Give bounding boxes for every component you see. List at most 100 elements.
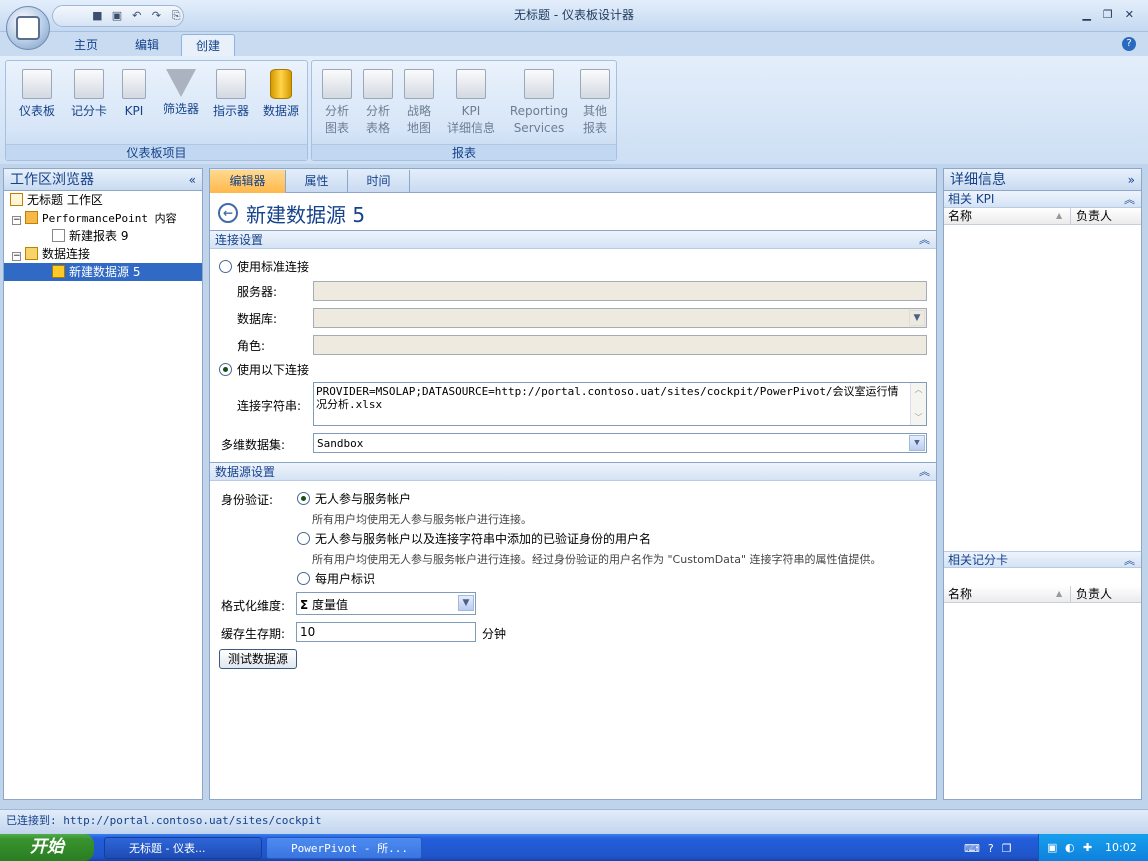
radio-icon — [297, 572, 310, 585]
speaker-icon[interactable]: ◐ — [1065, 834, 1075, 861]
radio-icon — [297, 532, 310, 545]
close-icon[interactable]: ✕ — [1125, 8, 1134, 21]
dashboard-button[interactable]: 仪表板 — [14, 69, 60, 120]
radio-auth-customdata[interactable]: 无人参与服务帐户以及连接字符串中添加的已验证身份的用户名 — [297, 530, 651, 547]
tree-pp-content[interactable]: − PerformancePoint 内容 — [4, 209, 202, 227]
collapse-toggle-icon[interactable]: − — [12, 252, 21, 261]
tree-data-connections[interactable]: − 数据连接 — [4, 245, 202, 263]
window-controls: ▁ ❐ ✕ — [1082, 8, 1134, 21]
database-icon — [270, 69, 292, 99]
column-name[interactable]: 名称 — [948, 586, 972, 602]
format-dimension-dropdown[interactable]: Σ 度量值 ▼ — [296, 592, 476, 615]
database-label: 数据库: — [237, 312, 278, 326]
tab-home[interactable]: 主页 — [60, 34, 112, 56]
collapse-up-icon[interactable]: ︽ — [919, 463, 930, 481]
section-connection[interactable]: 连接设置 ︽ — [210, 230, 936, 249]
tree-workspace[interactable]: 无标题 工作区 — [4, 191, 202, 209]
radio-standard-connection[interactable]: 使用标准连接 — [219, 258, 309, 275]
radio-following-connection[interactable]: 使用以下连接 — [219, 361, 309, 378]
other-reports-button[interactable]: 其他 报表 — [576, 69, 614, 137]
editor-tabs: 编辑器 属性 时间 — [210, 169, 936, 193]
cube-label: 多维数据集: — [221, 438, 286, 452]
collapse-up-icon[interactable]: ︽ — [1124, 552, 1135, 569]
role-field — [313, 335, 927, 355]
radio-selected-icon — [297, 492, 310, 505]
minimize-icon[interactable]: ▁ — [1082, 8, 1090, 21]
indicator-button[interactable]: 指示器 — [208, 69, 254, 120]
chevron-down-icon[interactable]: ▼ — [909, 435, 925, 451]
related-kpi-header[interactable]: 相关 KPI ︽ — [944, 191, 1141, 208]
expand-icon[interactable]: » — [1128, 169, 1135, 191]
collapse-up-icon[interactable]: ︽ — [919, 231, 930, 249]
folder-icon — [25, 247, 38, 260]
analytic-chart-button[interactable]: 分析 图表 — [318, 69, 356, 137]
system-tray: ▣ ◐ ✚ 10:02 — [1038, 834, 1148, 861]
office-button[interactable] — [6, 6, 50, 50]
filter-button[interactable]: 筛选器 — [158, 69, 204, 118]
sort-icon: ▲ — [1056, 589, 1063, 598]
connection-string-input[interactable]: PROVIDER=MSOLAP;DATASOURCE=http://portal… — [313, 382, 927, 426]
sql-report-icon — [524, 69, 554, 99]
cache-input[interactable]: 10 — [296, 622, 476, 642]
help-icon[interactable]: ? — [1122, 37, 1136, 51]
security-icon[interactable]: ✚ — [1083, 834, 1092, 861]
server-label: 服务器: — [237, 285, 278, 299]
radio-icon — [219, 260, 232, 273]
scorecard-button[interactable]: 记分卡 — [66, 69, 112, 120]
collapse-icon[interactable]: « — [189, 169, 196, 191]
column-owner[interactable]: 负责人 — [1070, 586, 1112, 602]
tab-properties[interactable]: 属性 — [286, 170, 348, 193]
role-label: 角色: — [237, 339, 266, 353]
workspace-browser: 工作区浏览器 « 无标题 工作区 − PerformancePoint 内容 新建报… — [3, 168, 203, 800]
scrollbar[interactable]: ︿ ﹀ — [910, 383, 926, 425]
strategy-map-button[interactable]: 战略 地图 — [400, 69, 438, 137]
start-button[interactable]: 开始 — [0, 834, 94, 861]
pane-header: 详细信息» — [944, 169, 1141, 191]
chevron-down-icon[interactable]: ▼ — [458, 595, 474, 611]
radio-auth-unattended[interactable]: 无人参与服务帐户 — [297, 490, 411, 507]
cache-unit: 分钟 — [482, 627, 507, 641]
related-scorecard-header[interactable]: 相关记分卡 ︽ — [944, 551, 1141, 568]
window-title: 无标题 - 仪表板设计器 — [514, 8, 634, 22]
analytic-chart-icon — [322, 69, 352, 99]
network-icon[interactable]: ▣ — [1047, 834, 1057, 861]
restore-icon[interactable]: ❐ — [1103, 8, 1113, 21]
restore-icon[interactable]: ❐ — [1002, 842, 1012, 855]
section-datasource[interactable]: 数据源设置 ︽ — [210, 462, 936, 481]
keyboard-icon[interactable]: ⌨ — [964, 842, 980, 855]
column-name[interactable]: 名称 — [948, 208, 972, 224]
strategy-map-icon — [404, 69, 434, 99]
back-arrow-icon[interactable]: ← — [218, 203, 238, 223]
tab-create[interactable]: 创建 — [181, 34, 235, 56]
datasource-button[interactable]: 数据源 — [258, 69, 304, 120]
kpi-button[interactable]: KPI — [116, 69, 152, 120]
editor-pane: 编辑器 属性 时间 ← 新建数据源 5 连接设置 ︽ 使用标准连接 服务器: 数据… — [209, 168, 937, 800]
test-datasource-button[interactable]: 测试数据源 — [219, 649, 297, 669]
collapse-toggle-icon[interactable]: − — [12, 216, 21, 225]
reporting-services-button[interactable]: Reporting Services — [504, 69, 574, 137]
help-icon[interactable]: ? — [988, 842, 994, 855]
kpi-column-header: 名称 ▲ 负责人 — [944, 208, 1141, 225]
tab-edit[interactable]: 编辑 — [121, 34, 173, 56]
format-dimension-label: 格式化维度: — [221, 599, 286, 613]
kpi-details-icon — [456, 69, 486, 99]
tab-time[interactable]: 时间 — [348, 170, 410, 193]
tree-report[interactable]: 新建报表 9 — [4, 227, 202, 245]
collapse-up-icon[interactable]: ︽ — [1124, 191, 1135, 208]
radio-auth-per-user[interactable]: 每用户标识 — [297, 570, 375, 587]
group-dashboard-items: 仪表板 记分卡 KPI 筛选器 指示器 数据源 仪表板项目 — [5, 60, 308, 161]
scorecard-icon — [74, 69, 104, 99]
cache-label: 缓存生存期: — [221, 627, 286, 641]
taskbar-item-powerpivot[interactable]: PowerPivot - 所... — [266, 837, 422, 859]
folder-icon — [25, 211, 38, 224]
analytic-grid-button[interactable]: 分析 表格 — [359, 69, 397, 137]
kpi-details-button[interactable]: KPI 详细信息 — [442, 69, 500, 137]
tree-datasource[interactable]: 新建数据源 5 — [4, 263, 202, 281]
other-reports-icon — [580, 69, 610, 99]
page-title: 新建数据源 5 — [246, 203, 366, 227]
taskbar-item-designer[interactable]: 无标题 - 仪表... — [104, 837, 262, 859]
cube-dropdown[interactable]: Sandbox ▼ — [313, 433, 927, 453]
database-icon — [52, 265, 65, 278]
column-owner[interactable]: 负责人 — [1070, 208, 1112, 224]
tab-editor[interactable]: 编辑器 — [210, 170, 286, 193]
